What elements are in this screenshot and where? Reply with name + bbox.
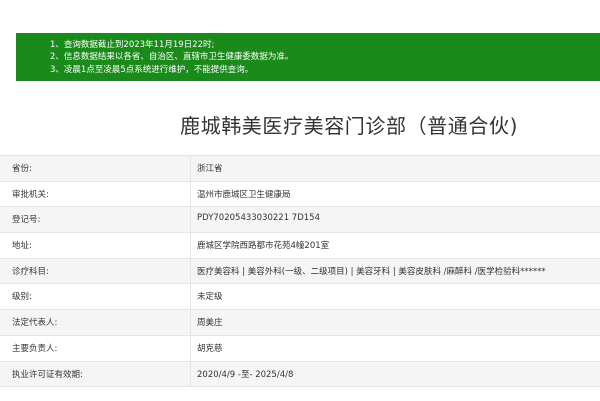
row-label: 审批机关: xyxy=(12,189,49,200)
notice-line-2: 2、信息数据结果以各省、自治区、直辖市卫生健康委数据为准。 xyxy=(50,52,294,63)
row-label: 省份: xyxy=(12,164,32,174)
row-value: 胡克慈 xyxy=(197,343,223,354)
row-value-cell: 2020/4/9 -至- 2025/4/8 xyxy=(190,361,600,387)
row-value-cell: 温州市鹿城区卫生健康局 xyxy=(190,181,600,207)
row-value: 未定级 xyxy=(197,292,223,303)
table-row-license-validity: 执业许可证有效期: 2020/4/9 -至- 2025/4/8 xyxy=(0,361,600,388)
row-value-cell: 浙江省 xyxy=(190,156,600,181)
row-label: 诊疗科目: xyxy=(12,266,49,277)
table-row-departments: 诊疗科目: 医疗美容科 | 美容外科(一级、二级项目) | 美容牙科 | 美容皮… xyxy=(0,258,600,285)
row-label: 登记号: xyxy=(12,215,41,226)
table-row-registration-number: 登记号: PDY70205433030221 7D154 xyxy=(0,207,600,234)
row-label: 执业许可证有效期: xyxy=(12,369,83,380)
row-value-cell: 未定级 xyxy=(190,284,600,310)
row-value-cell: 周美庄 xyxy=(190,310,600,335)
row-value: 2020/4/9 -至- 2025/4/8 xyxy=(197,369,294,380)
row-value-cell: 胡克慈 xyxy=(190,335,600,361)
row-value: PDY70205433030221 7D154 xyxy=(197,213,320,224)
row-value: 鹿城区学院西路都市花苑4幢201室 xyxy=(197,241,330,252)
row-label: 主要负责人: xyxy=(12,343,58,354)
row-value-cell: 医疗美容科 | 美容外科(一级、二级项目) | 美容牙科 | 美容皮肤科 /麻醉… xyxy=(190,258,600,284)
row-value-cell: 鹿城区学院西路都市花苑4幢201室 xyxy=(190,233,600,258)
row-value-cell: PDY70205433030221 7D154 xyxy=(190,207,600,233)
table-row-province: 省份: 浙江省 xyxy=(0,156,600,182)
row-value: 浙江省 xyxy=(197,164,223,174)
row-value: 温州市鹿城区卫生健康局 xyxy=(197,189,291,200)
row-label: 级别: xyxy=(12,292,32,303)
page-title: 鹿城韩美医疗美容门诊部（普通合伙) xyxy=(180,114,519,138)
table-row-address: 地址: 鹿城区学院西路都市花苑4幢201室 xyxy=(0,233,600,259)
notice-line-3: 3、凌晨1点至凌晨5点系统进行维护，不能提供查询。 xyxy=(50,64,254,75)
row-value: 周美庄 xyxy=(197,318,223,329)
row-value: 医疗美容科 | 美容外科(一级、二级项目) | 美容牙科 | 美容皮肤科 /麻醉… xyxy=(197,266,546,277)
notice-line-1: 1、查询数据截止到2023年11月19日22时; xyxy=(50,40,215,50)
table-row-legal-representative: 法定代表人: 周美庄 xyxy=(0,310,600,336)
table-row-principal: 主要负责人: 胡克慈 xyxy=(0,335,600,362)
notice-banner: 1、查询数据截止到2023年11月19日22时; 2、信息数据结果以各省、自治区… xyxy=(16,33,600,81)
info-table: 省份: 浙江省 审批机关: 温州市鹿城区卫生健康局 登记号: PDY702054… xyxy=(0,155,600,401)
table-row-approval-authority: 审批机关: 温州市鹿城区卫生健康局 xyxy=(0,181,600,208)
row-label: 法定代表人: xyxy=(12,318,58,329)
row-label: 地址: xyxy=(12,241,32,252)
table-row-level: 级别: 未定级 xyxy=(0,284,600,311)
